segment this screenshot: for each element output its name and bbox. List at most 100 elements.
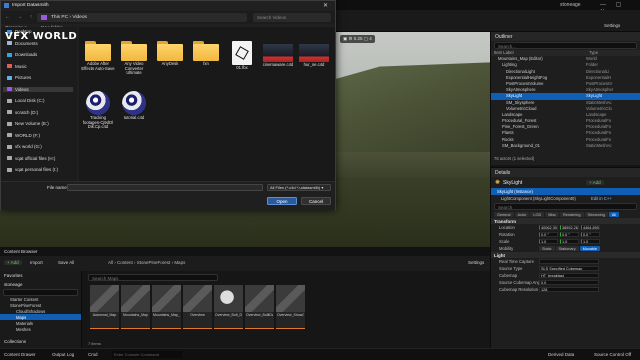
transform-value[interactable]: 1.0: [581, 239, 600, 244]
file-item[interactable]: Adobe After Effects Auto-Save: [81, 41, 115, 71]
transform-value[interactable]: 0.0 °: [560, 232, 579, 237]
content-browser-tab[interactable]: Content Browser: [4, 249, 38, 254]
mobility-option[interactable]: Movable: [579, 246, 600, 251]
component-row[interactable]: LightComponent (SkyLightComponent0) Edit…: [491, 195, 640, 202]
asset-tile[interactable]: Overview_BuiltData: [245, 285, 274, 329]
file-name: cinemaware.c4d: [262, 62, 294, 67]
sidebar-item-local-disk-c-[interactable]: Local Disk (C:): [7, 98, 45, 103]
favorites-header[interactable]: Favorites: [0, 271, 81, 280]
derived-data-button[interactable]: Derived Data: [548, 352, 574, 357]
project-header[interactable]: stoneage: [0, 280, 81, 289]
edit-in-cpp-link[interactable]: Edit in C++: [591, 196, 612, 201]
outliner-search[interactable]: Search...: [494, 42, 637, 49]
cancel-button[interactable]: Cancel: [301, 197, 331, 205]
details-tab-general[interactable]: General: [494, 212, 514, 217]
source-control-button[interactable]: Source Control Off: [594, 352, 631, 357]
close-icon[interactable]: ✕: [323, 2, 328, 9]
save-all-button[interactable]: Save All: [58, 260, 74, 265]
add-component-button[interactable]: + Add: [586, 180, 604, 185]
import-button[interactable]: Import: [30, 260, 43, 265]
transform-value[interactable]: 0.0 °: [539, 232, 558, 237]
output-log-button[interactable]: Output Log: [52, 352, 74, 357]
open-button[interactable]: Open: [267, 197, 297, 205]
disk-icon: [7, 144, 12, 149]
status-bar: Content Drawer Output Log Cmd Enter Cons…: [0, 348, 640, 360]
project-name: stoneage: [560, 2, 581, 8]
asset-type-bar: [90, 327, 119, 329]
sidebar-item-music[interactable]: Music: [7, 64, 27, 69]
file-type-select[interactable]: All Files (*.c4d *.udatasmith) ▾: [267, 184, 331, 191]
file-item[interactable]: cinemaware.c4d: [261, 41, 295, 68]
mobility-option[interactable]: Stationary: [555, 246, 579, 251]
sidebar-item-pictures[interactable]: Pictures: [7, 75, 31, 80]
light-row-value[interactable]: 128: [539, 287, 599, 292]
details-tab-misc[interactable]: Misc: [545, 212, 560, 217]
console-input[interactable]: Enter Console Command: [112, 351, 182, 358]
light-row-value[interactable]: 0.0: [539, 280, 599, 285]
details-tab-all[interactable]: All: [608, 212, 620, 217]
address-bar[interactable]: This PC › Videos: [37, 13, 247, 22]
sidebar-item-vqat-official-files-h-[interactable]: vqat official files (H:): [7, 156, 55, 161]
file-item[interactable]: tutorial.c4d: [117, 91, 151, 121]
sidebar-item-downloads[interactable]: Downloads: [7, 52, 37, 57]
search-videos-input[interactable]: Search Videos: [253, 13, 331, 22]
cb-folder-search[interactable]: [3, 289, 78, 296]
light-row-value[interactable]: HT_breakfast: [539, 273, 599, 278]
outliner-tab[interactable]: Outliner: [491, 32, 640, 41]
details-filter-tabs: General Actor LOD Misc Rendering Streaming All: [491, 211, 640, 218]
file-item[interactable]: Tracking footages-Cj9dOl Dik.Cp.c4d: [81, 91, 115, 130]
file-item[interactable]: hur_se.c4d: [297, 41, 331, 68]
file-item[interactable]: AnyDesk: [153, 41, 187, 67]
details-tab-lod[interactable]: LOD: [530, 212, 545, 217]
cmd-selector[interactable]: Cmd: [88, 352, 98, 357]
cb-add-button[interactable]: + Add: [4, 260, 22, 265]
transform-value[interactable]: 38592.267: [560, 225, 579, 230]
sidebar-item-vqat-personal-files-i-[interactable]: vqat personal files (I:): [7, 167, 58, 172]
disk-icon: [7, 167, 12, 172]
file-item[interactable]: fxn: [189, 41, 223, 67]
details-search[interactable]: Search: [494, 203, 637, 210]
asset-tile[interactable]: Autumnal_Map: [90, 285, 119, 329]
light-row-value[interactable]: SLS Specified Cubemap: [539, 266, 599, 271]
actor-name[interactable]: SkyLight: [503, 180, 583, 186]
sidebar-item-world-f-[interactable]: WORLD (F:): [7, 133, 40, 138]
transform-value[interactable]: 1.0: [539, 239, 558, 244]
asset-map-icon: [276, 285, 305, 312]
file-item[interactable]: 01.fbx: [225, 41, 259, 71]
breadcrumb[interactable]: All › Content › StonePineForest › Maps: [108, 260, 185, 265]
asset-tile[interactable]: Overview: [183, 285, 212, 329]
details-tab-streaming[interactable]: Streaming: [584, 212, 608, 217]
light-row: Source Cubemap Angle 0.0: [491, 279, 640, 286]
folder-icon: [85, 41, 111, 61]
mobility-option[interactable]: Static: [539, 246, 555, 251]
instance-row[interactable]: SkyLight (Instance): [491, 188, 640, 195]
transform-value[interactable]: 4464.8906: [581, 225, 600, 230]
light-row-value[interactable]: [539, 259, 599, 264]
asset-tile[interactable]: Mountains_Map: [121, 285, 150, 329]
cb-folder-item[interactable]: Meshes: [0, 326, 81, 332]
sidebar-item-scratch-d-[interactable]: scratch (D:): [7, 110, 38, 115]
disk-icon: [7, 133, 12, 137]
cb-settings-button[interactable]: Settings: [468, 260, 484, 265]
sidebar-item-vfx-world-g-[interactable]: vfx world (G:): [7, 144, 42, 149]
details-tab-actor[interactable]: Actor: [514, 212, 530, 217]
asset-tile[interactable]: Overview_ShowCase: [276, 285, 305, 329]
settings-button[interactable]: Settings: [604, 23, 620, 28]
transform-value[interactable]: 1.0: [560, 239, 579, 244]
folder-body: [85, 44, 111, 61]
details-tab-rendering[interactable]: Rendering: [560, 212, 584, 217]
outliner-row[interactable]: SM_Background_01 StaticMeshAc: [491, 143, 640, 149]
details-tab[interactable]: Details: [491, 168, 640, 177]
file-item[interactable]: Any Video Converter Ultimate: [117, 41, 151, 76]
sidebar-item-videos[interactable]: Videos: [3, 86, 73, 92]
asset-tile[interactable]: Overview_Bolt_Dam: [214, 285, 243, 329]
asset-tile[interactable]: Mountains_Map_Sh: [152, 285, 181, 329]
file-name-input[interactable]: [67, 184, 263, 191]
collections-header[interactable]: Collections: [4, 339, 26, 344]
transform-value[interactable]: 40062.300: [539, 225, 558, 230]
sidebar-item-new-volume-e-[interactable]: New Volume (E:): [7, 121, 49, 126]
cb-asset-search[interactable]: Search Maps: [88, 274, 218, 281]
viewport-toolbar[interactable]: ▣ ⚙ 0.25 ▢ 4: [340, 35, 375, 43]
content-drawer-button[interactable]: Content Drawer: [4, 352, 36, 357]
transform-value[interactable]: 0.0 °: [581, 232, 600, 237]
